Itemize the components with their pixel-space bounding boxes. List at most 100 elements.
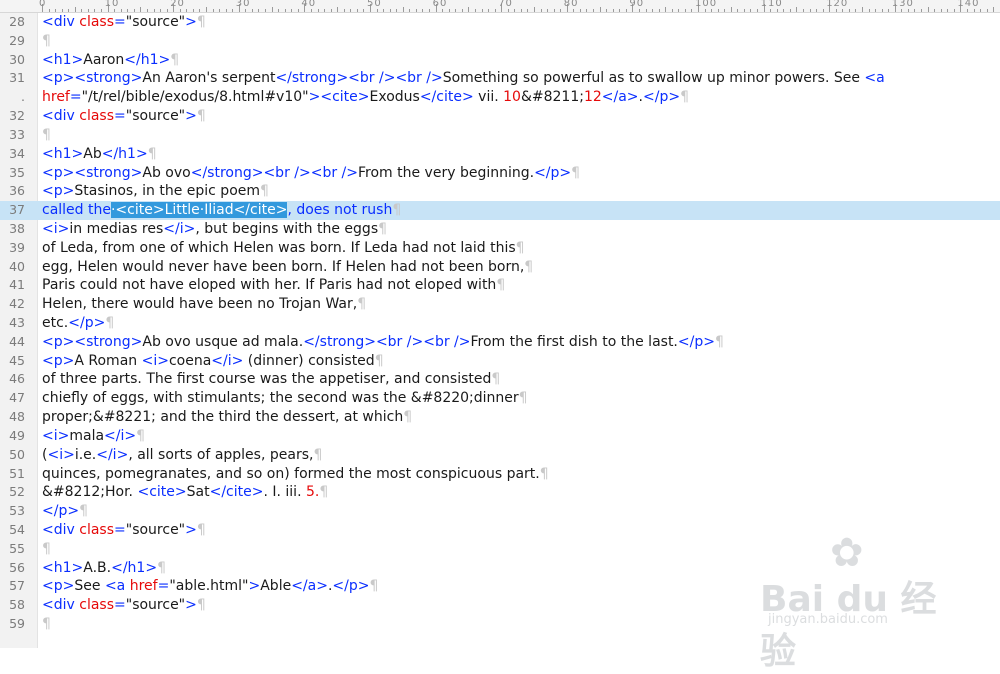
code-line[interactable]: 28<div class="source">¶ bbox=[0, 13, 1000, 32]
code-line[interactable]: 44<p><strong>Ab ovo usque ad mala.</stro… bbox=[0, 333, 1000, 352]
code-line[interactable]: 40egg, Helen would never have been born.… bbox=[0, 258, 1000, 277]
code-text: Helen, there would have been no Trojan W… bbox=[42, 295, 366, 314]
code-token: ¶ bbox=[519, 390, 528, 406]
code-token: 5. bbox=[306, 484, 319, 500]
code-line[interactable]: 35<p><strong>Ab ovo</strong><br /><br />… bbox=[0, 164, 1000, 183]
code-token: quinces, pomegranates, and so on) formed… bbox=[42, 466, 540, 482]
code-line[interactable]: 37called the·<cite>Little·Iliad</cite>, … bbox=[0, 201, 1000, 220]
ruler-tick bbox=[724, 9, 725, 12]
ruler-tick bbox=[646, 9, 647, 12]
code-line[interactable]: 41Paris could not have eloped with her. … bbox=[0, 276, 1000, 295]
code-token: </p> bbox=[678, 334, 715, 350]
code-token: <p><strong> bbox=[42, 70, 142, 86]
ruler-tick bbox=[377, 9, 378, 12]
ruler-tick bbox=[757, 9, 758, 12]
code-token: ¶ bbox=[79, 503, 88, 519]
code-token: A Roman bbox=[74, 353, 141, 369]
code-token: ¶ bbox=[524, 259, 533, 275]
code-token: , does not rush bbox=[287, 202, 392, 218]
code-token: > bbox=[185, 14, 197, 30]
code-line[interactable]: 50(<i>i.e.</i>, all sorts of apples, pea… bbox=[0, 446, 1000, 465]
code-token: <i> bbox=[42, 221, 69, 237]
code-text: <i>in medias res</i>, but begins with th… bbox=[42, 220, 387, 239]
code-line[interactable]: 34<h1>Ab</h1>¶ bbox=[0, 145, 1000, 164]
ruler-tick bbox=[869, 9, 870, 12]
ruler-label: 10 bbox=[105, 0, 120, 9]
ruler-tick bbox=[803, 9, 804, 12]
selected-text: ·<cite>Little·Iliad</cite> bbox=[111, 202, 287, 218]
code-line[interactable]: 48proper;&#8221; and the third the desse… bbox=[0, 408, 1000, 427]
ruler-tick bbox=[934, 9, 935, 12]
code-token: vii. bbox=[474, 89, 503, 105]
line-number: 58 bbox=[0, 596, 25, 615]
code-token: "source" bbox=[126, 597, 185, 613]
code-line[interactable]: 49<i>mala</i>¶ bbox=[0, 427, 1000, 446]
ruler-tick bbox=[691, 9, 692, 12]
ruler-tick bbox=[232, 9, 233, 12]
code-token: </i> bbox=[211, 353, 243, 369]
code-line[interactable]: 43 etc.</p>¶ bbox=[0, 314, 1000, 333]
code-line[interactable]: 47chiefly of eggs, with stimulants; the … bbox=[0, 389, 1000, 408]
code-text: quinces, pomegranates, and so on) formed… bbox=[42, 465, 549, 484]
code-line[interactable]: 51quinces, pomegranates, and so on) form… bbox=[0, 465, 1000, 484]
line-number: . bbox=[0, 88, 25, 107]
ruler-tick bbox=[449, 9, 450, 12]
ruler-tick bbox=[737, 9, 738, 12]
code-line[interactable]: 33¶ bbox=[0, 126, 1000, 145]
ruler-tick bbox=[272, 7, 273, 12]
code-token: "source" bbox=[126, 108, 185, 124]
ruler-label: 40 bbox=[301, 0, 316, 9]
code-token: ¶ bbox=[403, 409, 412, 425]
line-number: 44 bbox=[0, 333, 25, 352]
code-token: , but begins with the eggs bbox=[195, 221, 378, 237]
code-token: = bbox=[158, 578, 170, 594]
code-text: etc.</p>¶ bbox=[42, 314, 114, 333]
ruler-tick bbox=[390, 9, 391, 12]
ruler-tick bbox=[947, 9, 948, 12]
ruler-tick bbox=[488, 9, 489, 12]
ruler-label: 110 bbox=[761, 0, 783, 9]
ruler-tick bbox=[731, 7, 732, 12]
ruler-tick bbox=[652, 9, 653, 12]
ruler-label: 120 bbox=[826, 0, 848, 9]
ruler-label: 0 bbox=[39, 0, 46, 9]
code-token: &#8211; bbox=[521, 89, 584, 105]
code-line[interactable]: 42Helen, there would have been no Trojan… bbox=[0, 295, 1000, 314]
ruler-tick bbox=[941, 9, 942, 12]
line-number: 59 bbox=[0, 615, 25, 634]
line-number: 35 bbox=[0, 164, 25, 183]
ruler-label: 90 bbox=[629, 0, 644, 9]
code-line[interactable]: 52&#8212;Hor. <cite>Sat</cite>. I. iii. … bbox=[0, 483, 1000, 502]
ruler-tick bbox=[705, 9, 706, 12]
code-line[interactable]: 30<h1>Aaron</h1>¶ bbox=[0, 51, 1000, 70]
code-line[interactable]: 39of Leda, from one of which Helen was b… bbox=[0, 239, 1000, 258]
code-line[interactable]: 38<i>in medias res</i>, but begins with … bbox=[0, 220, 1000, 239]
line-number: 43 bbox=[0, 314, 25, 333]
code-line[interactable]: 53</p>¶ bbox=[0, 502, 1000, 521]
ruler-tick bbox=[783, 9, 784, 12]
code-token: ¶ bbox=[136, 428, 145, 444]
ruler-tick bbox=[914, 9, 915, 12]
code-token: </cite> bbox=[420, 89, 474, 105]
ruler-tick bbox=[167, 9, 168, 12]
ruler-tick bbox=[573, 9, 574, 12]
code-line[interactable]: 36<p>Stasinos, in the epic poem¶ bbox=[0, 182, 1000, 201]
code-line[interactable]: 29¶ bbox=[0, 32, 1000, 51]
code-token: ¶ bbox=[313, 447, 322, 463]
line-number: 52 bbox=[0, 483, 25, 502]
code-line[interactable]: 46of three parts. The first course was t… bbox=[0, 370, 1000, 389]
code-line[interactable]: 32<div class="source">¶ bbox=[0, 107, 1000, 126]
ruler-tick bbox=[560, 9, 561, 12]
ruler-tick bbox=[593, 9, 594, 12]
code-token: proper;&#8221; and the third the dessert… bbox=[42, 409, 403, 425]
code-line[interactable]: .href="/t/rel/bible/exodus/8.html#v10"><… bbox=[0, 88, 1000, 107]
code-line[interactable]: 31<p><strong>An Aaron's serpent</strong>… bbox=[0, 69, 1000, 88]
code-line[interactable]: 45<p>A Roman <i>coena</i> (dinner) consi… bbox=[0, 352, 1000, 371]
ruler-tick bbox=[672, 9, 673, 12]
ruler-label: 50 bbox=[367, 0, 382, 9]
code-token: ¶ bbox=[42, 127, 51, 143]
code-token: egg, Helen would never have been born. I… bbox=[42, 259, 524, 275]
ruler-label: 30 bbox=[236, 0, 251, 9]
line-number: 29 bbox=[0, 32, 25, 51]
code-token: = bbox=[114, 108, 126, 124]
